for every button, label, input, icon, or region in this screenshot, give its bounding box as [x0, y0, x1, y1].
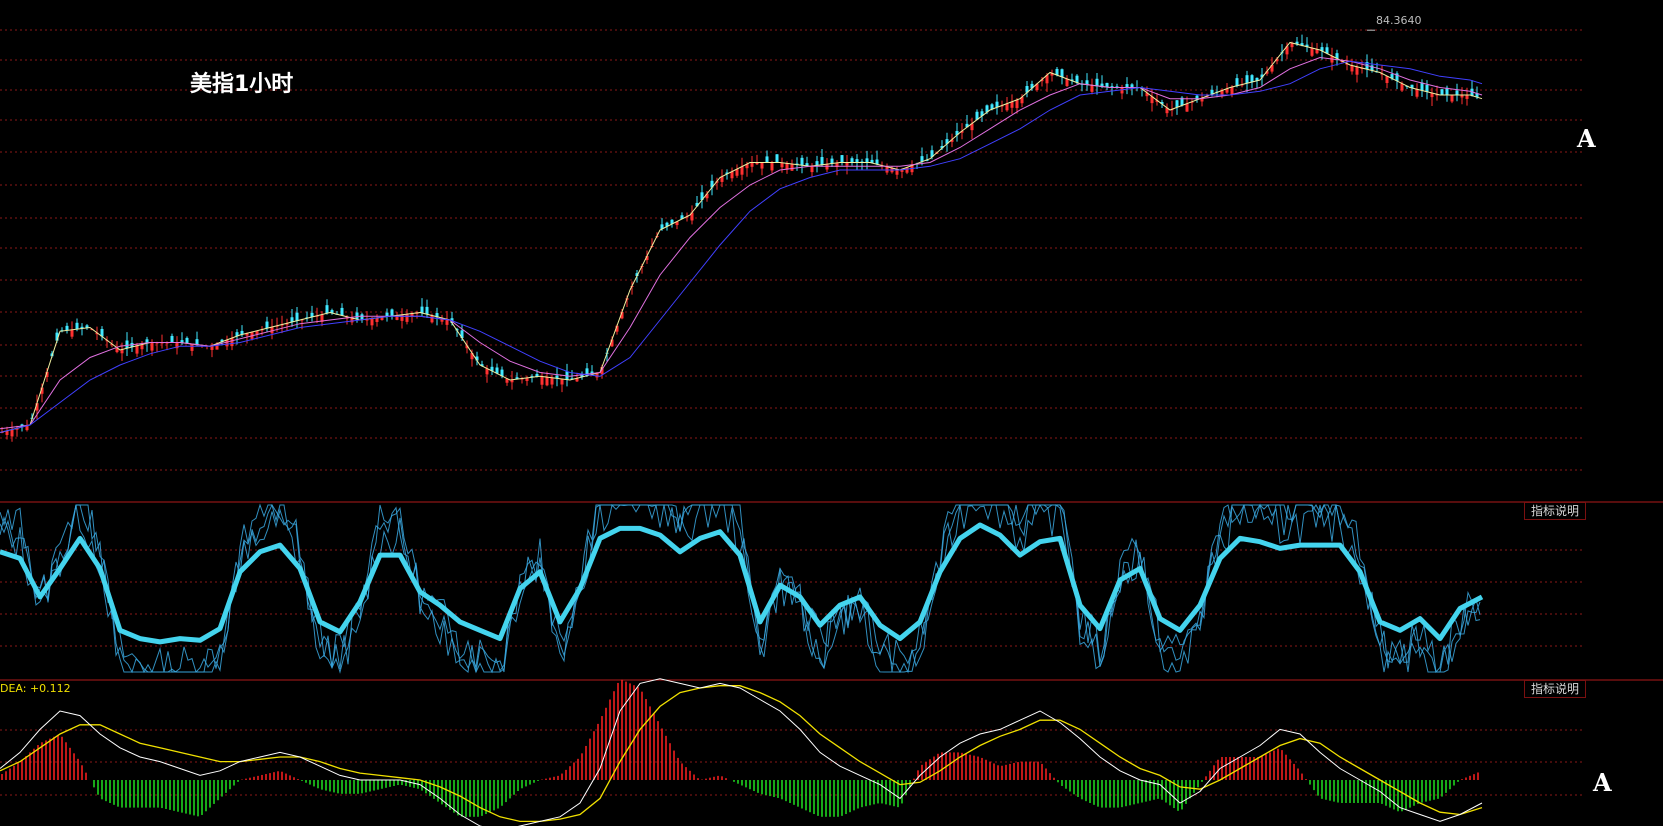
candle-body — [1175, 100, 1179, 108]
candle-body — [1310, 48, 1314, 56]
candle-body — [550, 377, 554, 385]
chart-canvas — [0, 29, 1663, 826]
candle-body — [545, 377, 549, 386]
candle-body — [170, 335, 174, 343]
candle-body — [355, 312, 359, 320]
candle-body — [800, 157, 804, 166]
candle-body — [1185, 103, 1189, 112]
candle-body — [75, 322, 79, 330]
candle-body — [810, 166, 814, 173]
candle-body — [825, 164, 829, 170]
candle-body — [560, 379, 564, 385]
candle-body — [1235, 78, 1239, 86]
candle-body — [425, 306, 429, 315]
candle-body — [1095, 78, 1099, 86]
candle-body — [1075, 75, 1079, 83]
candle-body — [225, 339, 229, 347]
candle-body — [1350, 65, 1354, 72]
candle-body — [1455, 90, 1459, 95]
candle-body — [65, 325, 69, 331]
candle-body — [1230, 87, 1234, 95]
macd-dea-line — [0, 685, 1483, 823]
dea-readout: DEA: +0.112 — [0, 682, 71, 695]
candle-body — [1420, 82, 1424, 91]
candle-body — [195, 339, 199, 345]
candle-body — [1090, 85, 1094, 92]
candle-body — [325, 305, 329, 314]
candle-body — [265, 321, 269, 329]
marker-a-bottom: A — [1593, 768, 1612, 797]
candle-body — [775, 154, 779, 163]
candle-body — [400, 314, 404, 321]
candle-body — [340, 307, 344, 316]
candle-body — [830, 158, 834, 164]
candle-body — [1015, 99, 1019, 109]
candle-body — [70, 329, 74, 337]
candle-body — [815, 161, 819, 166]
candle-body — [1010, 101, 1014, 108]
candle-body — [295, 312, 299, 321]
candle-body — [1245, 75, 1249, 84]
candle-body — [740, 166, 744, 175]
candle-body — [150, 342, 154, 351]
candle-body — [390, 309, 394, 316]
candle-body — [1425, 85, 1429, 92]
macd-dif-line — [0, 678, 1483, 826]
candle-body — [430, 315, 434, 323]
candle-body — [185, 337, 189, 344]
candle-body — [865, 158, 869, 163]
candle-body — [840, 155, 844, 163]
candle-body — [10, 429, 14, 437]
chart-title: 美指1小时 — [190, 72, 294, 97]
candle-body — [1465, 95, 1469, 99]
candle-body — [405, 314, 409, 322]
candle-body — [420, 306, 424, 313]
candle-body — [1005, 103, 1009, 111]
peak-price-label: 84.3640 — [1376, 14, 1422, 27]
indicator-help-button-2[interactable]: 指标说明 — [1524, 680, 1587, 698]
candle-body — [360, 314, 364, 320]
candle-body — [190, 344, 194, 351]
candle-body — [1125, 84, 1129, 88]
ma-slow-line — [0, 60, 1483, 433]
candle-body — [540, 376, 544, 385]
candle-body — [1440, 89, 1444, 95]
candle-body — [1065, 78, 1069, 86]
candle-body — [820, 157, 824, 165]
candle-body — [750, 162, 754, 167]
ma-mid-line — [0, 56, 1483, 430]
candle-body — [1415, 89, 1419, 97]
candle-body — [790, 164, 794, 171]
candle-body — [1120, 87, 1124, 94]
candle-body — [135, 345, 139, 354]
candle-body — [125, 340, 129, 349]
candle-body — [850, 158, 854, 163]
indicator-help-button-1[interactable]: 指标说明 — [1524, 502, 1587, 520]
oscillator-fast-line — [0, 503, 1481, 674]
candle-body — [770, 162, 774, 171]
candle-body — [760, 162, 764, 169]
candle-body — [230, 338, 234, 347]
marker-a-top: A — [1577, 124, 1596, 153]
candle-body — [780, 162, 784, 168]
candle-body — [1450, 95, 1454, 102]
ma-fast-line — [0, 41, 1483, 433]
candle-body — [765, 156, 769, 163]
oscillator-main-line — [0, 522, 1484, 645]
candle-body — [1355, 66, 1359, 75]
candle-body — [370, 318, 374, 326]
candle-body — [1060, 69, 1064, 77]
candle-body — [855, 159, 859, 163]
candle-body — [1250, 75, 1254, 82]
